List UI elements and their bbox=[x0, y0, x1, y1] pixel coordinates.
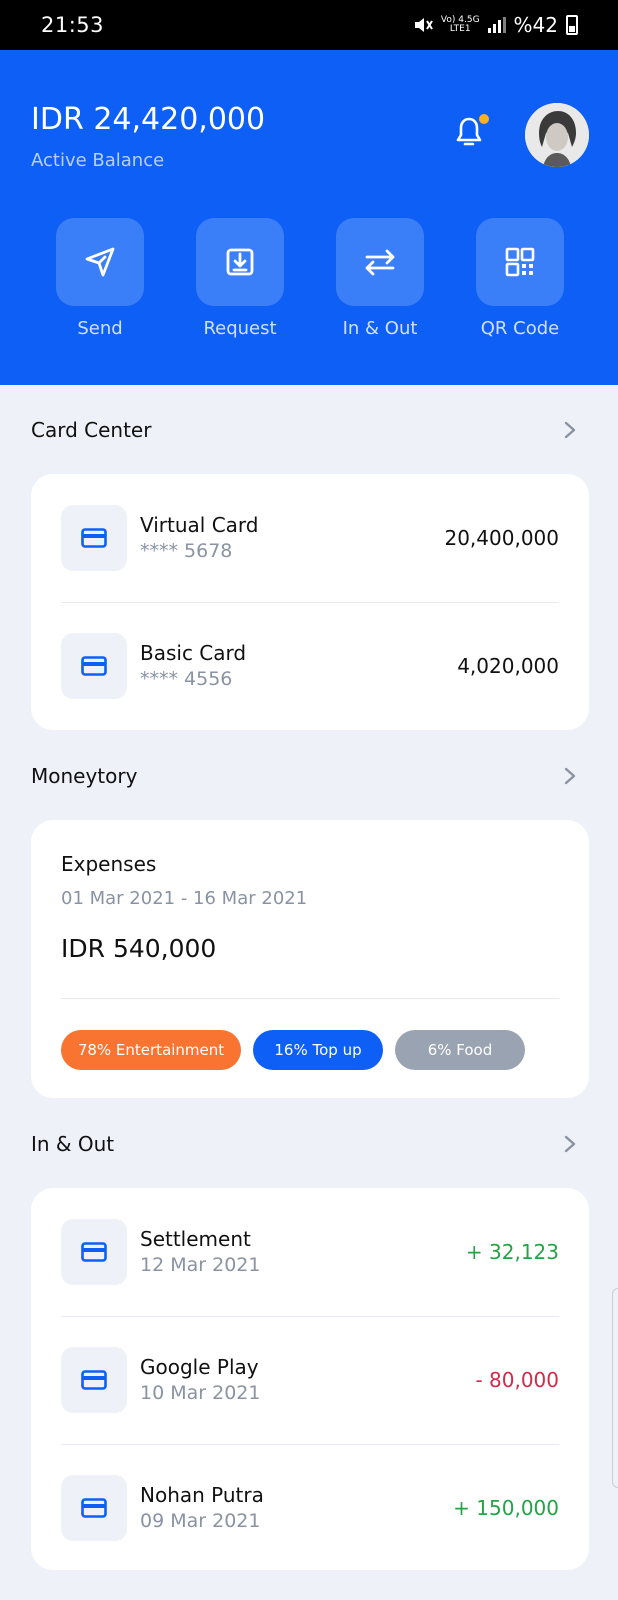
avatar[interactable] bbox=[525, 103, 589, 167]
qr-code-action[interactable]: QR Code bbox=[476, 218, 564, 339]
mute-icon bbox=[414, 18, 433, 32]
transaction-amount: + 150,000 bbox=[453, 1496, 559, 1520]
network-bottom-label: LTE1 bbox=[449, 24, 471, 34]
card-row-virtual[interactable]: Virtual Card **** 5678 20,400,000 bbox=[61, 505, 559, 571]
status-time: 21:53 bbox=[41, 13, 105, 37]
status-icons: Vo) 4.5G LTE1 %42 bbox=[413, 13, 578, 37]
moneytory-panel[interactable]: Expenses 01 Mar 2021 - 16 Mar 2021 IDR 5… bbox=[31, 820, 589, 1098]
transaction-row[interactable]: Settlement 12 Mar 2021 + 32,123 bbox=[61, 1219, 559, 1285]
send-label: Send bbox=[77, 318, 123, 339]
status-bar: 21:53 Vo) 4.5G LTE1 %42 bbox=[0, 0, 618, 50]
qr-code-label: QR Code bbox=[480, 318, 560, 339]
card-icon-box bbox=[61, 505, 127, 571]
pill-food[interactable]: 6% Food bbox=[395, 1030, 525, 1070]
in-out-button[interactable] bbox=[336, 218, 424, 306]
card-details: Basic Card **** 4556 bbox=[140, 640, 246, 692]
expenses-label: Expenses bbox=[61, 852, 157, 876]
credit-card-icon bbox=[81, 1498, 107, 1518]
battery-percent: %42 bbox=[513, 13, 558, 37]
send-icon bbox=[85, 247, 115, 277]
expenses-date-range: 01 Mar 2021 - 16 Mar 2021 bbox=[61, 888, 308, 909]
transaction-name: Google Play bbox=[140, 1355, 259, 1379]
expense-breakdown: 78% Entertainment 16% Top up 6% Food bbox=[61, 1030, 525, 1070]
transaction-icon-box bbox=[61, 1219, 127, 1285]
card-icon-box bbox=[61, 633, 127, 699]
credit-card-icon bbox=[81, 1242, 107, 1262]
credit-card-icon bbox=[81, 528, 107, 548]
battery-icon bbox=[566, 15, 578, 35]
request-action[interactable]: Request bbox=[196, 218, 284, 339]
card-center-panel: Virtual Card **** 5678 20,400,000 Basic … bbox=[31, 474, 589, 730]
transaction-icon-box bbox=[61, 1347, 127, 1413]
transaction-amount: - 80,000 bbox=[475, 1368, 559, 1392]
in-out-title: In & Out bbox=[31, 1132, 115, 1156]
scrollbar[interactable] bbox=[612, 1288, 618, 1488]
signal-icon bbox=[487, 17, 506, 33]
pill-entertainment[interactable]: 78% Entertainment bbox=[61, 1030, 241, 1070]
transaction-date: 12 Mar 2021 bbox=[140, 1254, 261, 1276]
card-name: Virtual Card bbox=[140, 513, 259, 537]
active-balance-amount: IDR 24,420,000 bbox=[31, 102, 266, 137]
transaction-icon-box bbox=[61, 1475, 127, 1541]
send-action[interactable]: Send bbox=[56, 218, 144, 339]
transaction-row[interactable]: Google Play 10 Mar 2021 - 80,000 bbox=[61, 1347, 559, 1413]
transaction-details: Settlement 12 Mar 2021 bbox=[140, 1226, 260, 1278]
card-name: Basic Card bbox=[140, 641, 247, 665]
card-center-title: Card Center bbox=[31, 418, 152, 442]
balance-header: IDR 24,420,000 Active Balance Send Reque… bbox=[0, 50, 618, 385]
divider bbox=[61, 998, 559, 999]
pill-top-up[interactable]: 16% Top up bbox=[253, 1030, 383, 1070]
send-button[interactable] bbox=[56, 218, 144, 306]
in-out-chevron-right-icon[interactable] bbox=[562, 1134, 578, 1154]
card-amount: 4,020,000 bbox=[457, 654, 559, 678]
transaction-amount: + 32,123 bbox=[465, 1240, 559, 1264]
download-icon bbox=[226, 248, 254, 276]
moneytory-title: Moneytory bbox=[31, 764, 138, 788]
transaction-name: Settlement bbox=[140, 1227, 251, 1251]
moneytory-chevron-right-icon[interactable] bbox=[562, 766, 578, 786]
network-indicator: Vo) 4.5G LTE1 bbox=[441, 16, 480, 34]
active-balance-label: Active Balance bbox=[31, 150, 165, 171]
request-button[interactable] bbox=[196, 218, 284, 306]
card-details: Virtual Card **** 5678 bbox=[140, 512, 259, 564]
transfer-icon bbox=[365, 249, 395, 276]
quick-actions: Send Request In & Out QR Code bbox=[56, 218, 564, 339]
in-out-panel: Settlement 12 Mar 2021 + 32,123 Google P… bbox=[31, 1188, 589, 1570]
transaction-name: Nohan Putra bbox=[140, 1483, 264, 1507]
transaction-details: Nohan Putra 09 Mar 2021 bbox=[140, 1482, 264, 1534]
credit-card-icon bbox=[81, 1370, 107, 1390]
qr-code-icon bbox=[505, 247, 535, 277]
in-out-action[interactable]: In & Out bbox=[336, 218, 424, 339]
divider bbox=[61, 1444, 559, 1445]
transaction-details: Google Play 10 Mar 2021 bbox=[140, 1354, 260, 1406]
credit-card-icon bbox=[81, 656, 107, 676]
card-row-basic[interactable]: Basic Card **** 4556 4,020,000 bbox=[61, 633, 559, 699]
card-amount: 20,400,000 bbox=[444, 526, 559, 550]
in-out-label: In & Out bbox=[342, 318, 418, 339]
divider bbox=[61, 1316, 559, 1317]
expenses-amount: IDR 540,000 bbox=[61, 934, 217, 963]
request-label: Request bbox=[203, 318, 277, 339]
transaction-date: 10 Mar 2021 bbox=[140, 1382, 261, 1404]
card-center-chevron-right-icon[interactable] bbox=[562, 420, 578, 440]
transaction-row[interactable]: Nohan Putra 09 Mar 2021 + 150,000 bbox=[61, 1475, 559, 1541]
notification-dot bbox=[479, 114, 489, 124]
qr-code-button[interactable] bbox=[476, 218, 564, 306]
card-number: **** 5678 bbox=[140, 540, 233, 562]
divider bbox=[61, 602, 559, 603]
card-number: **** 4556 bbox=[140, 668, 233, 690]
avatar-image bbox=[525, 103, 589, 167]
transaction-date: 09 Mar 2021 bbox=[140, 1510, 261, 1532]
